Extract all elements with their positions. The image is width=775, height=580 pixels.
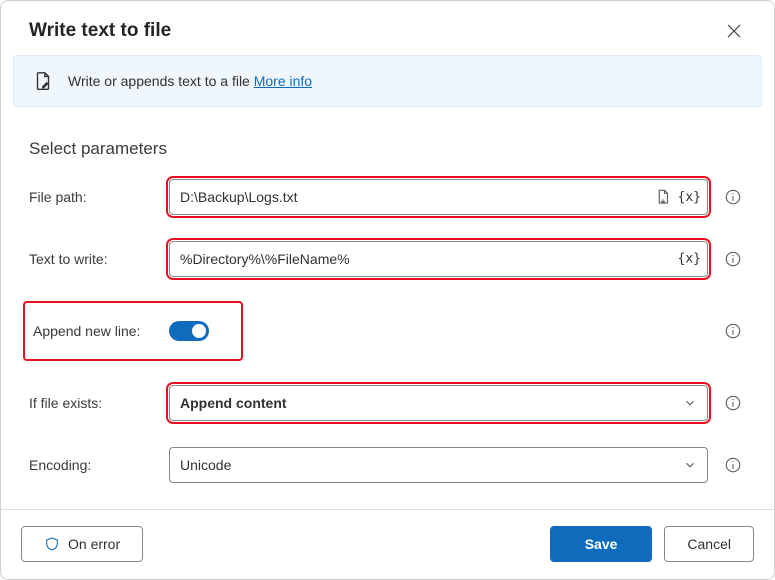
if-file-exists-value: Append content <box>180 395 287 411</box>
append-new-line-toggle[interactable] <box>169 321 209 341</box>
label-if-file-exists: If file exists: <box>29 395 157 411</box>
label-text-to-write: Text to write: <box>29 251 157 267</box>
text-to-write-value: %Directory%\%FileName% <box>180 251 350 267</box>
text-to-write-input[interactable]: %Directory%\%FileName% {x} <box>169 241 708 277</box>
dialog-footer: On error Save Cancel <box>1 509 774 580</box>
toggle-knob <box>192 324 206 338</box>
cancel-button[interactable]: Cancel <box>664 526 754 562</box>
label-encoding: Encoding: <box>29 457 157 473</box>
info-icon[interactable] <box>724 322 742 340</box>
info-banner: Write or appends text to a file More inf… <box>13 55 762 107</box>
row-append-new-line: Append new line: <box>25 303 746 359</box>
section-heading: Select parameters <box>29 139 746 159</box>
write-text-dialog: Write text to file Write or appends text… <box>0 0 775 580</box>
banner-text: Write or appends text to a file More inf… <box>68 73 312 89</box>
row-if-file-exists: If file exists: Append content <box>29 385 746 421</box>
shield-icon <box>44 536 60 552</box>
label-file-path: File path: <box>29 189 157 205</box>
encoding-value: Unicode <box>180 457 231 473</box>
encoding-select[interactable]: Unicode <box>169 447 708 483</box>
dialog-title: Write text to file <box>29 20 171 42</box>
on-error-button[interactable]: On error <box>21 526 143 562</box>
save-label: Save <box>585 536 618 552</box>
write-file-icon <box>32 70 54 92</box>
dialog-header: Write text to file <box>1 1 774 55</box>
variable-picker-icon[interactable]: {x} <box>678 252 701 267</box>
more-info-link[interactable]: More info <box>254 73 312 89</box>
row-file-path: File path: D:\Backup\Logs.txt {x} <box>29 179 746 215</box>
file-path-input[interactable]: D:\Backup\Logs.txt {x} <box>169 179 708 215</box>
banner-text-span: Write or appends text to a file <box>68 73 254 89</box>
variable-picker-icon[interactable]: {x} <box>678 190 701 205</box>
close-icon <box>726 23 742 39</box>
row-text-to-write: Text to write: %Directory%\%FileName% {x… <box>29 241 746 277</box>
on-error-label: On error <box>68 536 120 552</box>
info-icon[interactable] <box>724 188 742 206</box>
info-icon[interactable] <box>724 456 742 474</box>
file-path-value: D:\Backup\Logs.txt <box>180 189 298 205</box>
info-icon[interactable] <box>724 250 742 268</box>
chevron-down-icon <box>683 458 697 472</box>
save-button[interactable]: Save <box>550 526 653 562</box>
if-file-exists-select[interactable]: Append content <box>169 385 708 421</box>
dialog-content: Select parameters File path: D:\Backup\L… <box>1 107 774 509</box>
browse-file-icon[interactable] <box>654 188 672 206</box>
close-button[interactable] <box>722 19 746 43</box>
chevron-down-icon <box>683 396 697 410</box>
row-encoding: Encoding: Unicode <box>29 447 746 483</box>
info-icon[interactable] <box>724 394 742 412</box>
cancel-label: Cancel <box>687 536 731 552</box>
label-append-new-line: Append new line: <box>29 323 153 339</box>
